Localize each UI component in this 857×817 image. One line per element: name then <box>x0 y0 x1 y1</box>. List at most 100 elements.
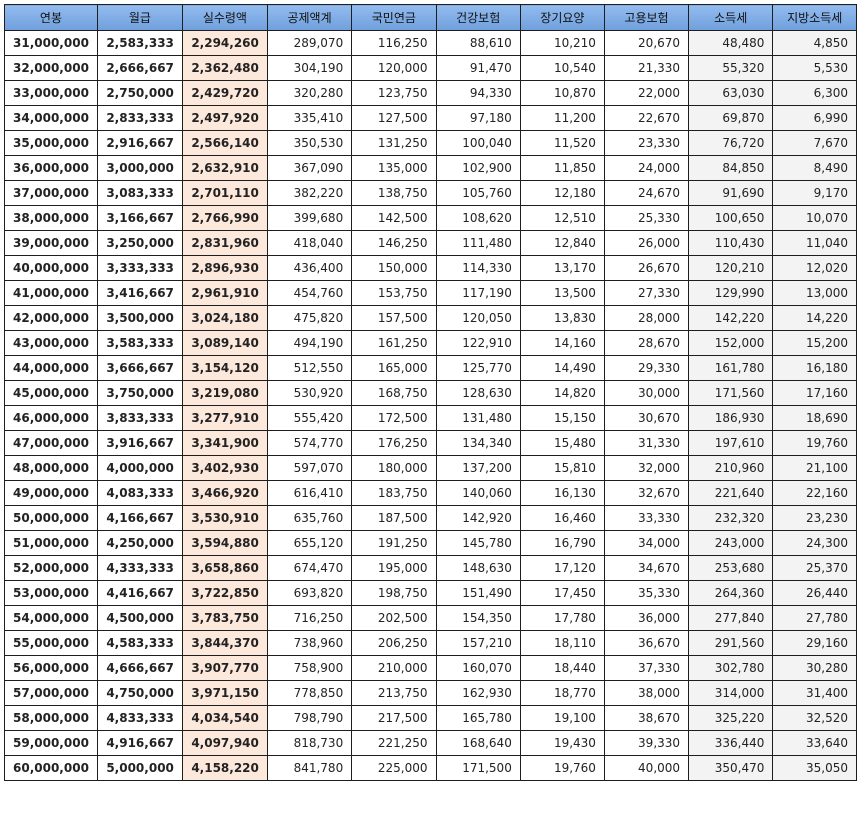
table-row: 56,000,000 4,666,667 3,907,770 758,900 210,0… <box>4 655 857 681</box>
cell-employment: 26,000 <box>603 230 690 256</box>
cell-deduction-total: 635,760 <box>266 505 353 531</box>
cell-deduction-total: 350,530 <box>266 130 353 156</box>
cell-longterm-care: 14,820 <box>519 380 605 406</box>
cell-localtax: 13,000 <box>772 280 857 306</box>
cell-employment: 21,330 <box>603 55 690 81</box>
cell-health: 171,500 <box>435 755 521 781</box>
cell-localtax: 26,440 <box>772 580 857 606</box>
cell-tax: 336,440 <box>688 730 774 756</box>
cell-longterm-care: 19,100 <box>519 705 605 731</box>
cell-health: 131,480 <box>435 405 521 431</box>
cell-pension: 213,750 <box>351 680 437 706</box>
cell-annual: 47,000,000 <box>4 430 98 456</box>
cell-deduction-total: 475,820 <box>266 305 353 331</box>
cell-annual: 49,000,000 <box>4 480 98 506</box>
cell-pension: 180,000 <box>351 455 437 481</box>
cell-employment: 37,330 <box>603 655 690 681</box>
cell-health: 97,180 <box>435 105 521 131</box>
cell-monthly: 3,666,667 <box>96 355 183 381</box>
cell-localtax: 21,100 <box>772 455 857 481</box>
cell-longterm-care: 16,460 <box>519 505 605 531</box>
cell-net: 2,766,990 <box>181 205 268 231</box>
cell-tax: 264,360 <box>688 580 774 606</box>
cell-localtax: 4,850 <box>772 30 857 56</box>
cell-tax: 55,320 <box>688 55 774 81</box>
cell-tax: 243,000 <box>688 530 774 556</box>
cell-deduction-total: 616,410 <box>266 480 353 506</box>
cell-annual: 44,000,000 <box>4 355 98 381</box>
cell-annual: 37,000,000 <box>4 180 98 206</box>
cell-monthly: 2,583,333 <box>96 30 183 56</box>
cell-monthly: 4,833,333 <box>96 705 183 731</box>
cell-deduction-total: 382,220 <box>266 180 353 206</box>
cell-employment: 26,670 <box>603 255 690 281</box>
cell-annual: 34,000,000 <box>4 105 98 131</box>
cell-monthly: 3,750,000 <box>96 380 183 406</box>
cell-net: 4,034,540 <box>181 705 268 731</box>
cell-employment: 28,670 <box>603 330 690 356</box>
cell-annual: 31,000,000 <box>4 30 98 56</box>
cell-deduction-total: 693,820 <box>266 580 353 606</box>
cell-net: 2,701,110 <box>181 180 268 206</box>
cell-monthly: 4,583,333 <box>96 630 183 656</box>
cell-annual: 36,000,000 <box>4 155 98 181</box>
cell-deduction-total: 530,920 <box>266 380 353 406</box>
cell-annual: 59,000,000 <box>4 730 98 756</box>
cell-tax: 129,990 <box>688 280 774 306</box>
cell-net: 2,429,720 <box>181 80 268 106</box>
cell-employment: 27,330 <box>603 280 690 306</box>
cell-monthly: 2,750,000 <box>96 80 183 106</box>
cell-longterm-care: 11,850 <box>519 155 605 181</box>
cell-net: 4,158,220 <box>181 755 268 781</box>
cell-longterm-care: 17,780 <box>519 605 605 631</box>
cell-localtax: 33,640 <box>772 730 857 756</box>
cell-tax: 325,220 <box>688 705 774 731</box>
cell-localtax: 24,300 <box>772 530 857 556</box>
cell-annual: 51,000,000 <box>4 530 98 556</box>
cell-pension: 153,750 <box>351 280 437 306</box>
cell-localtax: 31,400 <box>772 680 857 706</box>
table-row: 40,000,000 3,333,333 2,896,930 436,400 150,0… <box>4 255 857 281</box>
cell-employment: 36,000 <box>603 605 690 631</box>
cell-net: 3,907,770 <box>181 655 268 681</box>
cell-health: 91,470 <box>435 55 521 81</box>
salary-table: 연봉 월급 실수령액 공제액계 국민연금 건강보험 장기요양 고용보험 소득세 지방소득세 31,… <box>4 4 857 781</box>
table-row: 51,000,000 4,250,000 3,594,880 655,120 191,2… <box>4 530 857 556</box>
cell-deduction-total: 655,120 <box>266 530 353 556</box>
cell-longterm-care: 17,120 <box>519 555 605 581</box>
cell-net: 3,154,120 <box>181 355 268 381</box>
column-header-tax: 소득세 <box>688 4 774 31</box>
cell-pension: 120,000 <box>351 55 437 81</box>
cell-annual: 42,000,000 <box>4 305 98 331</box>
cell-deduction-total: 512,550 <box>266 355 353 381</box>
cell-localtax: 29,160 <box>772 630 857 656</box>
cell-tax: 221,640 <box>688 480 774 506</box>
cell-localtax: 18,690 <box>772 405 857 431</box>
cell-health: 94,330 <box>435 80 521 106</box>
cell-deduction-total: 320,280 <box>266 80 353 106</box>
cell-tax: 291,560 <box>688 630 774 656</box>
cell-employment: 30,000 <box>603 380 690 406</box>
cell-longterm-care: 10,870 <box>519 80 605 106</box>
cell-deduction-total: 454,760 <box>266 280 353 306</box>
cell-tax: 314,000 <box>688 680 774 706</box>
cell-annual: 46,000,000 <box>4 405 98 431</box>
cell-deduction-total: 738,960 <box>266 630 353 656</box>
cell-annual: 52,000,000 <box>4 555 98 581</box>
table-row: 58,000,000 4,833,333 4,034,540 798,790 217,5… <box>4 705 857 731</box>
cell-pension: 123,750 <box>351 80 437 106</box>
cell-pension: 157,500 <box>351 305 437 331</box>
table-row: 42,000,000 3,500,000 3,024,180 475,820 157,5… <box>4 305 857 331</box>
cell-health: 120,050 <box>435 305 521 331</box>
cell-employment: 31,330 <box>603 430 690 456</box>
cell-deduction-total: 289,070 <box>266 30 353 56</box>
cell-pension: 127,500 <box>351 105 437 131</box>
cell-health: 88,610 <box>435 30 521 56</box>
cell-employment: 24,670 <box>603 180 690 206</box>
cell-longterm-care: 13,500 <box>519 280 605 306</box>
cell-deduction-total: 778,850 <box>266 680 353 706</box>
cell-tax: 69,870 <box>688 105 774 131</box>
cell-employment: 38,670 <box>603 705 690 731</box>
cell-net: 3,594,880 <box>181 530 268 556</box>
cell-tax: 232,320 <box>688 505 774 531</box>
